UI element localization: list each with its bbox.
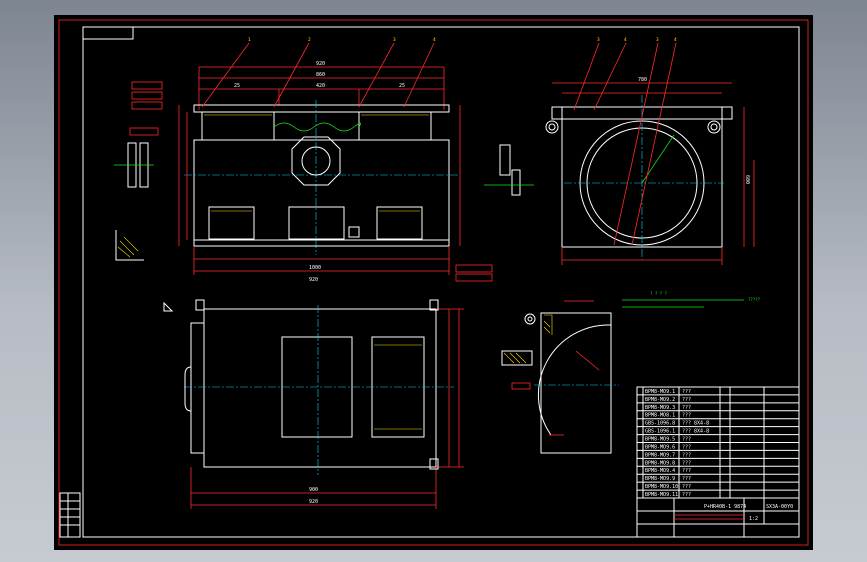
bom-row-code: GBS-1096.8 [645,421,675,427]
cad-drawing-viewport[interactable]: 920 860 25 420 25 1000 920 1 2 3 4 3 4 3… [54,15,813,550]
drawing-note-1: ? ? ? ? [650,291,667,296]
section-view [501,300,619,454]
sheet-inner-border [82,26,800,538]
bom-row-desc: ??? [682,476,691,482]
balloon-4: 4 [433,37,436,43]
bom-row-desc: ??? 8X4-8 [682,429,709,435]
cad-drawing-sheet: 920 860 25 420 25 1000 920 1 2 3 4 3 4 3… [58,19,809,546]
svg-text:25: 25 [399,83,405,89]
bom-row-desc: ??? [682,405,691,411]
bom-row-code: BPM8-MO9.1 [645,389,675,395]
balloon-side-4a: 4 [624,37,627,43]
revision-strip [59,492,81,538]
drawing-note-2: ????? [748,297,761,302]
bom-row-desc: ??? [682,413,691,419]
bom-row-desc: ??? [682,437,691,443]
bom-row-desc: ??? [682,492,691,498]
plan-view: 900 920 [163,299,464,509]
svg-text:920: 920 [316,61,325,67]
svg-text:900: 900 [309,487,318,493]
bom-row-code: BPM8-MO9.6 [645,444,675,450]
svg-text:920: 920 [309,499,318,505]
balloon-2: 2 [308,37,311,43]
bom-row-desc: ??? 8X4-8 [682,421,709,427]
bom-row-code: BPM8-MO9.10 [645,484,678,490]
bom-row-desc: ??? [682,468,691,474]
bom-row-code: BPM8-MO9.3 [645,405,675,411]
side-view: 3 4 3 4 780 600 ? ? ? ? ????? [484,37,761,308]
svg-text:420: 420 [316,83,325,89]
bom-row-desc: ??? [682,452,691,458]
balloon-side-4b: 4 [674,37,677,43]
balloon-1: 1 [248,37,251,43]
svg-text:780: 780 [638,77,647,83]
balloon-3: 3 [393,37,396,43]
svg-text:1000: 1000 [309,265,321,271]
drawing-number: SX3A-00Y0 [766,504,793,510]
bom-row-code: BPM8-MO9.5 [645,437,675,443]
bom-row-desc: ??? [682,460,691,466]
balloon-side-3a: 3 [597,37,600,43]
svg-text:600: 600 [744,175,750,184]
drawing-scale: 1:2 [749,516,758,522]
bom-row-code: BPM8-MO9.8 [645,460,675,466]
bom-rows: BPM8-MO9.1 ??? BPM8-MO9.2 ??? BPM8-MO9.3 ??? B… [645,389,709,498]
svg-text:920: 920 [309,277,318,283]
material-note: P+HR40B-1 9874 [704,504,746,510]
title-block: P+HR40B-1 9874 SX3A-00Y0 1:2 [636,497,800,538]
svg-text:25: 25 [234,83,240,89]
svg-text:860: 860 [316,72,325,78]
top-left-title-box [82,26,134,40]
bom-row-code: BPM8-MO9.11 [645,492,678,498]
bom-row-desc: ??? [682,484,691,490]
bom-row-code: BPM8-MO9.2 [645,397,675,403]
bom-row-desc: ??? [682,389,691,395]
front-view: 920 860 25 420 25 1000 920 1 2 3 4 [114,37,493,283]
bom-row-desc: ??? [682,444,691,450]
bom-row-code: GBS-1096.1 [645,429,675,435]
bom-row-desc: ??? [682,397,691,403]
balloon-side-3b: 3 [656,37,659,43]
bom-row-code: BPM8-MO9.9 [645,476,675,482]
bom-row-code: BPM8-MO9.4 [645,468,675,474]
bom-row-code: BPM8-MO9.7 [645,452,675,458]
bom-row-code: BPM8-MO8.1 [645,413,675,419]
